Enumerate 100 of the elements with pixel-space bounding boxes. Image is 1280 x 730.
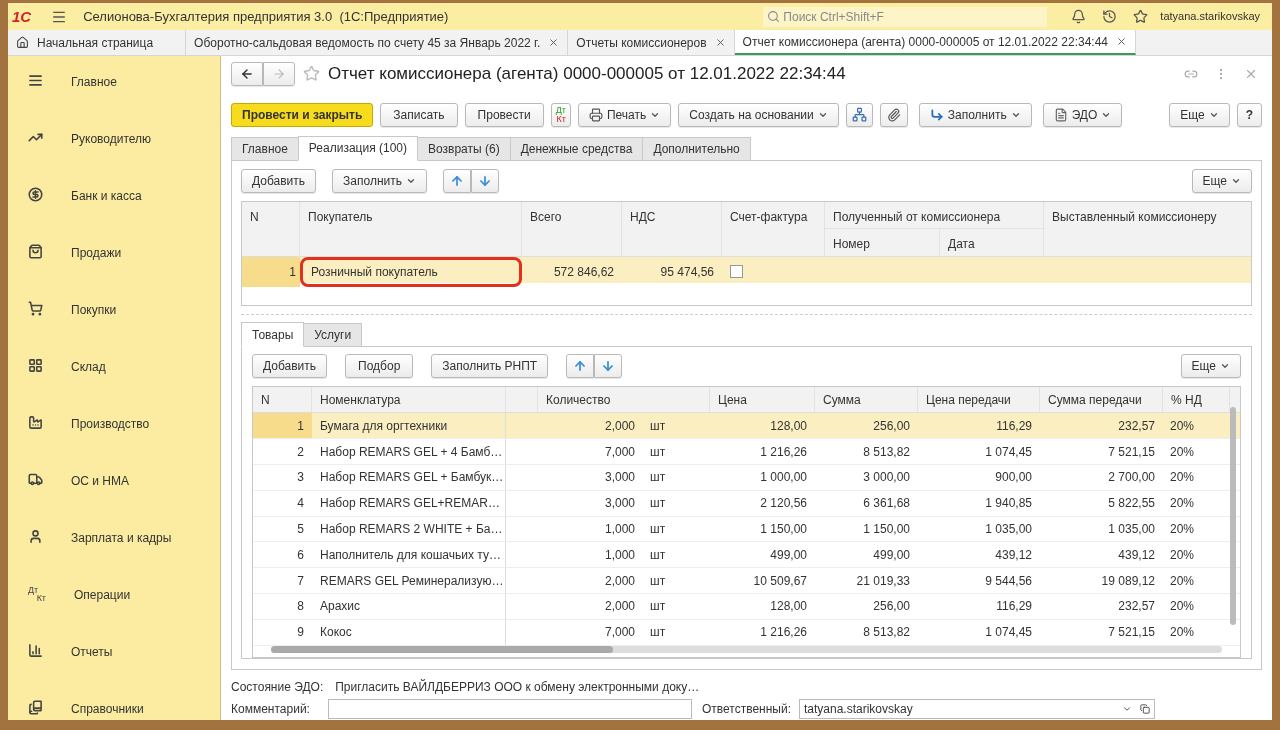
grid-icon (28, 358, 43, 373)
column-header: Цена передачи (918, 387, 1040, 413)
table-row[interactable]: 3 Набор REMARS GEL + Бамбук… 3,000 шт 1 000,00 3 000,00 900,00 2 700,00 20% (253, 464, 1240, 491)
tab[interactable]: Реализация (100) (297, 135, 418, 161)
open-icon[interactable] (1140, 704, 1150, 715)
add-button[interactable]: Добавить (252, 354, 328, 379)
fill-button[interactable]: Заполнить (332, 168, 427, 193)
table-cell: Набор REMARS GEL + Бамбук… (312, 464, 506, 490)
table-row[interactable]: 1 Бумага для оргтехники 2,000 шт 128,00 256,00 116,29 232,57 20% (253, 413, 1240, 440)
tab-title: Отчеты комиссионеров (576, 34, 707, 52)
lines-icon (28, 73, 43, 88)
table-cell: Бумага для оргтехники (312, 413, 506, 439)
table-cell-text: 439,12 (1117, 546, 1156, 564)
tab[interactable]: Денежные средства (509, 136, 644, 161)
tab[interactable]: Услуги (303, 323, 363, 348)
edo-invite-link[interactable]: Пригласить ВАЙЛДБЕРРИЗ ООО к обмену электронными доку… (335, 678, 700, 697)
close-icon[interactable] (1116, 36, 1127, 47)
more-button[interactable]: Еще (1180, 354, 1241, 379)
open-tab[interactable]: Оборотно-сальдовая ведомость по счету 45 за Январь 2022 г. (186, 30, 569, 55)
table-cell-text: 900,00 (994, 469, 1033, 487)
sidebar-item[interactable]: Склад (8, 358, 220, 415)
tab[interactable]: Дополнительно (642, 136, 751, 161)
tab[interactable]: Возвраты (6) (417, 136, 511, 161)
create-based-on-button[interactable]: Создать на основании (678, 102, 839, 127)
attach-button[interactable] (879, 102, 908, 127)
responsible-field[interactable]: tatyana.starikovskay (799, 699, 1155, 720)
field-label: Ответственный: (702, 701, 793, 719)
history-icon[interactable] (1102, 9, 1118, 24)
open-tab[interactable]: Отчеты комиссионеров (568, 30, 735, 55)
sidebar-item[interactable]: Банк и касса (8, 187, 220, 244)
open-tab[interactable]: Отчет комиссионера (агента) 0000-000005 от 12.01.2022 22:34:44 (734, 30, 1136, 55)
open-tab[interactable]: Начальная страница (8, 30, 187, 55)
search-field[interactable]: Поиск Ctrl+Shift+F (763, 6, 1048, 27)
table-cell: Набор REMARS 2 WHITE + Ба… (312, 516, 506, 542)
table-cell-text: 8 513,82 (862, 443, 911, 461)
table-row[interactable]: 9 Кокос 7,000 шт 1 216,26 8 513,82 1 074,45 7 521,15 20% (253, 619, 1240, 646)
table-row[interactable]: 2 Набор REMARS GEL + 4 Бамб… 7,000 шт 1 216,26 8 513,82 1 074,45 7 521,15 20% (253, 439, 1240, 465)
sidebar-item[interactable]: Покупки (8, 301, 220, 358)
debit-credit-button[interactable]: Дт Кт (550, 102, 571, 127)
comment-field[interactable] (328, 699, 692, 720)
tab[interactable]: Главное (231, 136, 299, 161)
table-cell-text: 20% (1169, 546, 1196, 564)
bell-icon[interactable] (1071, 9, 1087, 24)
sidebar-item[interactable]: Главное (8, 73, 220, 130)
print-button[interactable]: Печать (577, 102, 672, 127)
sidebar-item[interactable]: Дт Кт Операции (8, 586, 220, 643)
row-number: 2 (296, 443, 305, 461)
back-button[interactable] (231, 61, 263, 86)
row-number: 1 (253, 413, 312, 439)
table-row[interactable]: 4 Набор REMARS GEL+REMAR… 3,000 шт 2 120,56 6 361,68 1 940,85 5 822,55 20% (253, 490, 1240, 517)
row-number: 5 (296, 520, 305, 538)
sidebar-item[interactable]: Зарплата и кадры (8, 529, 220, 586)
sidebar-item[interactable]: Руководителю (8, 130, 220, 187)
sidebar-item[interactable]: Производство (8, 415, 220, 472)
sidebar-item[interactable]: Продажи (8, 244, 220, 301)
star-icon[interactable] (303, 65, 320, 83)
sidebar-item[interactable]: Справочники (8, 700, 220, 720)
table-row[interactable]: 6 Наполнитель для кошачьих ту… 1,000 шт 499,00 499,00 439,12 439,12 20% (253, 542, 1240, 569)
table-cell-text: 572 846,62 (552, 263, 615, 281)
close-icon[interactable] (714, 37, 726, 48)
table-cell-text: 20% (1169, 417, 1196, 435)
close-icon[interactable] (548, 37, 560, 48)
table-row[interactable]: 8 Арахис 2,000 шт 128,00 256,00 116,29 232,57 20% (253, 593, 1240, 620)
tab-title: Отчет комиссионера (агента) 0000-000005 от 12.01.2022 22:34:44 (742, 33, 1108, 51)
star-icon[interactable] (1133, 9, 1149, 24)
structure-icon (851, 107, 867, 122)
sidebar-item[interactable]: Отчеты (8, 643, 220, 700)
fill-button[interactable]: Заполнить (918, 102, 1032, 127)
table-cell-text: 7 521,15 (1107, 624, 1156, 642)
table-cell-text: 3,000 (603, 495, 635, 513)
table-row[interactable]: 5 Набор REMARS 2 WHITE + Ба… 1,000 шт 1 150,00 1 150,00 1 035,00 1 035,00 20% (253, 516, 1240, 543)
vertical-scrollbar[interactable] (1230, 407, 1236, 626)
more-button[interactable]: Еще (1169, 102, 1230, 127)
move-up-button[interactable] (566, 354, 595, 379)
table-row[interactable]: 7 REMARS GEL Реминерализую… 2,000 шт 10 509,67 21 019,33 9 544,56 19 089,12 20% (253, 568, 1240, 594)
add-button[interactable]: Добавить (241, 168, 317, 193)
toolbar-button[interactable]: Записать (380, 102, 458, 127)
edo-button[interactable]: ЭДО (1042, 102, 1123, 127)
post-and-close-button[interactable]: Провести и закрыть (231, 102, 374, 127)
table-cell-text: 499,00 (769, 546, 808, 564)
table-cell-text: 256,00 (872, 417, 911, 435)
pick-button[interactable]: Подбор (345, 354, 414, 379)
tab[interactable]: Товары (241, 322, 305, 348)
sidebar-item[interactable]: ОС и НМА (8, 472, 220, 529)
field-label: Состояние ЭДО: (231, 679, 324, 697)
move-up-button[interactable] (442, 168, 471, 193)
toolbar-button[interactable]: Провести (464, 102, 544, 127)
bag-icon (28, 244, 43, 259)
printer-icon (588, 107, 603, 122)
user-name[interactable]: tatyana.starikovskay (1160, 8, 1260, 25)
horizontal-scrollbar[interactable] (271, 645, 1222, 653)
move-down-button[interactable] (470, 168, 499, 193)
more-button[interactable]: Еще (1191, 168, 1252, 193)
move-down-button[interactable] (594, 354, 623, 379)
table-cell-text: 1 035,00 (1107, 520, 1156, 538)
fill-rnpt-button[interactable]: Заполнить РНПТ (431, 354, 549, 379)
invoice-checkbox[interactable] (730, 265, 743, 278)
column-header: Дата (947, 235, 976, 253)
structure-button[interactable] (845, 102, 873, 127)
help-button[interactable]: ? (1236, 102, 1262, 127)
